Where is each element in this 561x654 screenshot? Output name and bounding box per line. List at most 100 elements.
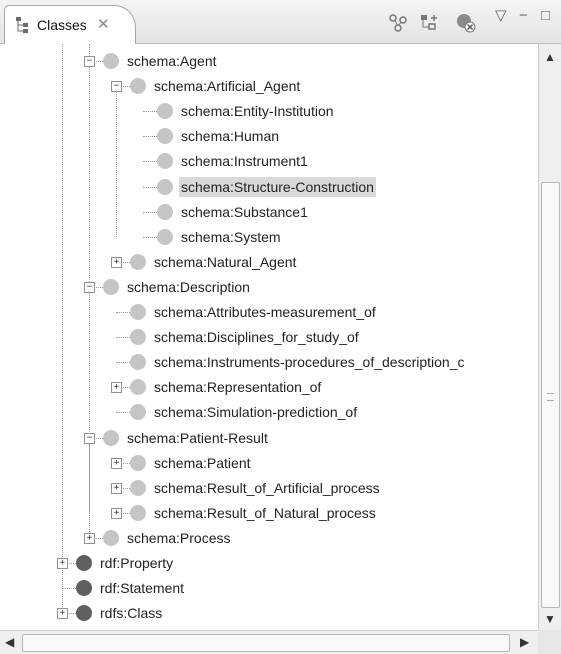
tab-classes[interactable]: Classes ✕	[4, 5, 136, 44]
tree-node-label[interactable]: schema:Natural_Agent	[152, 252, 298, 272]
collapse-icon[interactable]: −	[84, 56, 95, 67]
tree-node[interactable]: + schema:Natural_Agent	[0, 251, 538, 273]
vertical-scroll-thumb[interactable]	[541, 182, 560, 608]
tree-node[interactable]: schema:Human	[0, 125, 538, 147]
tree-node[interactable]: − schema:Patient-Result	[0, 427, 538, 449]
tree-connector	[143, 111, 157, 113]
tree-node-label[interactable]: schema:Entity-Institution	[179, 101, 336, 121]
class-hierarchy-icon	[16, 17, 28, 33]
expand-icon[interactable]: +	[111, 382, 122, 394]
tree-node-label[interactable]: schema:Result_of_Artificial_process	[152, 478, 382, 498]
tree-node-label[interactable]: schema:System	[179, 227, 283, 247]
tree-node-label[interactable]: schema:Simulation-prediction_of	[152, 402, 359, 422]
class-icon	[130, 304, 146, 320]
tree-node[interactable]: + schema:Process	[0, 527, 538, 549]
grip-icon	[547, 393, 554, 401]
add-subclass-icon[interactable]	[387, 12, 409, 34]
expand-icon[interactable]: +	[57, 608, 68, 620]
tree-node[interactable]: schema:Disciplines_for_study_of	[0, 326, 538, 348]
tree-node-label[interactable]: schema:Description	[125, 277, 252, 297]
scroll-down-icon[interactable]: ▼	[544, 612, 556, 626]
tree-node[interactable]: schema:Entity-Institution	[0, 100, 538, 122]
expand-icon[interactable]: +	[111, 256, 122, 268]
scroll-up-icon[interactable]: ▲	[544, 50, 556, 64]
horizontal-scroll-thumb[interactable]	[22, 634, 510, 652]
tree-node-label[interactable]: schema:Artificial_Agent	[152, 76, 302, 96]
expand-icon[interactable]: +	[84, 532, 95, 544]
tree-node-label[interactable]: schema:Patient-Result	[125, 428, 270, 448]
tree-node-label[interactable]: schema:Representation_of	[152, 377, 323, 397]
tree-node-label[interactable]: schema:Patient	[152, 453, 253, 473]
collapse-icon[interactable]: −	[84, 281, 95, 293]
tree-node[interactable]: − schema:Artificial_Agent	[0, 75, 538, 97]
tree-node-label[interactable]: schema:Attributes-measurement_of	[152, 302, 378, 322]
class-icon	[157, 203, 173, 220]
tree-connector	[143, 236, 157, 238]
class-icon	[103, 429, 119, 446]
tree-node[interactable]: − schema:Agent	[0, 50, 538, 72]
class-icon	[130, 253, 146, 270]
tree-node-label[interactable]: schema:Instruments-procedures_of_descrip…	[152, 352, 467, 372]
delete-class-icon[interactable]	[455, 12, 477, 34]
minimize-icon[interactable]: −	[519, 8, 528, 24]
scroll-left-icon[interactable]: ◀	[5, 635, 14, 649]
tree-node[interactable]: schema:Instrument1	[0, 150, 538, 172]
tree-node[interactable]: schema:Attributes-measurement_of	[0, 301, 538, 323]
add-sibling-icon[interactable]	[418, 12, 440, 34]
class-icon	[157, 128, 173, 145]
tree-node[interactable]: schema:Structure-Construction	[0, 176, 538, 198]
view-menu-icon[interactable]: ▽	[495, 8, 507, 24]
horizontal-scrollbar[interactable]: ◀ ▶	[0, 630, 538, 654]
tree-node[interactable]: rdf:Statement	[0, 577, 538, 599]
vertical-scrollbar[interactable]: ▲ ▼	[538, 44, 561, 630]
tree-node[interactable]: schema:Substance1	[0, 201, 538, 223]
class-icon	[157, 103, 173, 120]
tree-node-label[interactable]: rdfs:Class	[98, 603, 164, 623]
tree-connector	[143, 186, 157, 188]
tree-node-label[interactable]: schema:Structure-Construction	[179, 176, 376, 197]
builtin-class-icon	[76, 580, 92, 597]
tree-node-label[interactable]: schema:Instrument1	[179, 151, 310, 171]
collapse-icon[interactable]: −	[84, 432, 95, 444]
class-icon	[157, 153, 173, 170]
scroll-right-icon[interactable]: ▶	[520, 635, 529, 649]
class-icon	[130, 454, 146, 471]
class-icon	[130, 329, 146, 346]
tree-node[interactable]: schema:System	[0, 226, 538, 248]
tree-node-label[interactable]: schema:Process	[125, 528, 232, 548]
tree-node-label[interactable]: rdf:Property	[98, 553, 175, 573]
tree-node[interactable]: − schema:Description	[0, 276, 538, 298]
class-icon	[103, 53, 119, 69]
class-icon	[130, 479, 146, 496]
tree-node-label[interactable]: schema:Substance1	[179, 202, 310, 222]
tree-node[interactable]: schema:Instruments-procedures_of_descrip…	[0, 351, 538, 373]
tree-node[interactable]: + schema:Result_of_Artificial_process	[0, 477, 538, 499]
tree-node[interactable]: schema:Simulation-prediction_of	[0, 401, 538, 423]
tree-node[interactable]: + rdfs:Class	[0, 602, 538, 624]
tree-node-label[interactable]: schema:Human	[179, 126, 281, 146]
tree-node-label[interactable]: schema:Disciplines_for_study_of	[152, 327, 361, 347]
tab-label: Classes	[37, 17, 87, 33]
expand-icon[interactable]: +	[111, 507, 122, 519]
close-icon[interactable]: ✕	[97, 15, 110, 33]
tree-node-label[interactable]: schema:Result_of_Natural_process	[152, 503, 378, 523]
class-icon	[103, 278, 119, 295]
tree-connector	[116, 412, 130, 414]
tree-node[interactable]: + rdf:Property	[0, 552, 538, 574]
class-icon	[130, 354, 146, 371]
class-tree: − schema:Agent − schema:Artificial_Agent sch…	[0, 44, 538, 630]
class-icon	[157, 178, 173, 195]
collapse-icon[interactable]: −	[111, 81, 122, 93]
class-icon	[130, 504, 146, 521]
tree-node[interactable]: + schema:Result_of_Natural_process	[0, 502, 538, 524]
tree-node-label[interactable]: schema:Agent	[125, 51, 219, 71]
tree-node[interactable]: + schema:Representation_of	[0, 376, 538, 398]
tree-connector	[116, 362, 130, 364]
expand-icon[interactable]: +	[111, 482, 122, 494]
maximize-icon[interactable]: □	[541, 8, 550, 24]
expand-icon[interactable]: +	[111, 457, 122, 469]
expand-icon[interactable]: +	[57, 558, 68, 569]
tree-node-label[interactable]: rdf:Statement	[98, 578, 186, 598]
class-icon	[103, 529, 119, 546]
tree-node[interactable]: + schema:Patient	[0, 452, 538, 474]
